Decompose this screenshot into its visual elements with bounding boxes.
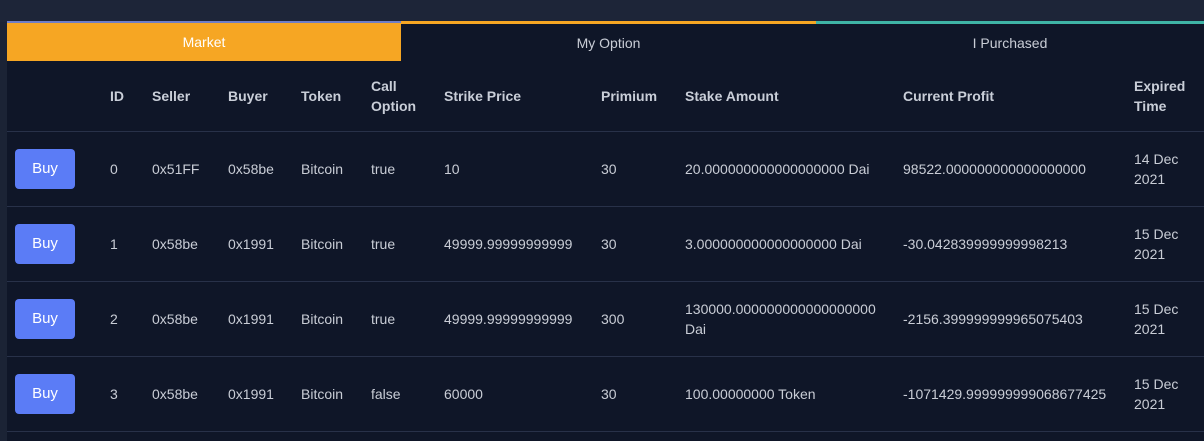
id-cell: 3 [102, 356, 144, 432]
buyer-cell: 0x58be [220, 131, 293, 207]
seller-cell: 0x51FF [144, 131, 220, 207]
tab-bar: Market My Option I Purchased [7, 21, 1204, 61]
window-top-strip [0, 0, 1204, 22]
premium-cell: 300 [593, 281, 677, 357]
call-option-cell: true [363, 131, 436, 207]
id-cell: 1 [102, 206, 144, 282]
tab-i-purchased[interactable]: I Purchased [816, 21, 1204, 61]
buyer-cell: 0x1991 [220, 206, 293, 282]
token-cell: Bitcoin [293, 206, 363, 282]
stake-amount-cell: 3.000000000000000000 Dai [677, 206, 895, 282]
call-option-cell: true [363, 206, 436, 282]
stake-amount-cell: 100.00000000 Token [677, 356, 895, 432]
options-table: ID Seller Buyer Token Call Option Strike… [7, 61, 1204, 432]
seller-cell: 0x58be [144, 281, 220, 357]
buy-button[interactable]: Buy [15, 299, 75, 339]
premium-cell: 30 [593, 356, 677, 432]
seller-cell: 0x58be [144, 206, 220, 282]
column-header-id: ID [102, 61, 144, 132]
expired-time-cell: 15 Dec 2021 [1126, 281, 1204, 357]
column-header-call-option: Call Option [363, 61, 436, 132]
table-row: Buy 1 0x58be 0x1991 Bitcoin true 49999.9… [7, 206, 1204, 282]
action-cell: Buy [7, 206, 102, 282]
tab-my-option[interactable]: My Option [401, 21, 816, 61]
current-profit-cell: -1071429.999999999068677425 [895, 356, 1126, 432]
strike-price-cell: 10 [436, 131, 593, 207]
options-panel: Market My Option I Purchased ID Seller B… [7, 21, 1204, 441]
strike-price-cell: 49999.99999999999 [436, 281, 593, 357]
premium-cell: 30 [593, 131, 677, 207]
stake-amount-cell: 20.000000000000000000 Dai [677, 131, 895, 207]
column-header-seller: Seller [144, 61, 220, 132]
stake-amount-cell: 130000.000000000000000000 Dai [677, 281, 895, 357]
column-header-token: Token [293, 61, 363, 132]
table-header-row: ID Seller Buyer Token Call Option Strike… [7, 61, 1204, 132]
column-header-premium: Primium [593, 61, 677, 132]
table-row: Buy 2 0x58be 0x1991 Bitcoin true 49999.9… [7, 281, 1204, 357]
action-cell: Buy [7, 356, 102, 432]
token-cell: Bitcoin [293, 131, 363, 207]
column-header-strike-price: Strike Price [436, 61, 593, 132]
expired-time-cell: 14 Dec 2021 [1126, 131, 1204, 207]
column-header-expired-time: Expired Time [1126, 61, 1204, 132]
column-header-stake-amount: Stake Amount [677, 61, 895, 132]
column-header-action [7, 61, 102, 132]
token-cell: Bitcoin [293, 281, 363, 357]
buy-button[interactable]: Buy [15, 224, 75, 264]
strike-price-cell: 49999.99999999999 [436, 206, 593, 282]
current-profit-cell: -2156.399999999965075403 [895, 281, 1126, 357]
column-header-current-profit: Current Profit [895, 61, 1126, 132]
call-option-cell: false [363, 356, 436, 432]
current-profit-cell: -30.042839999999998213 [895, 206, 1126, 282]
buy-button[interactable]: Buy [15, 374, 75, 414]
buy-button[interactable]: Buy [15, 149, 75, 189]
tab-market[interactable]: Market [7, 21, 401, 61]
premium-cell: 30 [593, 206, 677, 282]
table-row: Buy 0 0x51FF 0x58be Bitcoin true 10 30 2… [7, 131, 1204, 207]
buyer-cell: 0x1991 [220, 356, 293, 432]
action-cell: Buy [7, 281, 102, 357]
current-profit-cell: 98522.000000000000000000 [895, 131, 1126, 207]
strike-price-cell: 60000 [436, 356, 593, 432]
id-cell: 2 [102, 281, 144, 357]
seller-cell: 0x58be [144, 356, 220, 432]
table-row: Buy 3 0x58be 0x1991 Bitcoin false 60000 … [7, 356, 1204, 432]
buyer-cell: 0x1991 [220, 281, 293, 357]
column-header-buyer: Buyer [220, 61, 293, 132]
token-cell: Bitcoin [293, 356, 363, 432]
expired-time-cell: 15 Dec 2021 [1126, 356, 1204, 432]
id-cell: 0 [102, 131, 144, 207]
action-cell: Buy [7, 131, 102, 207]
call-option-cell: true [363, 281, 436, 357]
expired-time-cell: 15 Dec 2021 [1126, 206, 1204, 282]
